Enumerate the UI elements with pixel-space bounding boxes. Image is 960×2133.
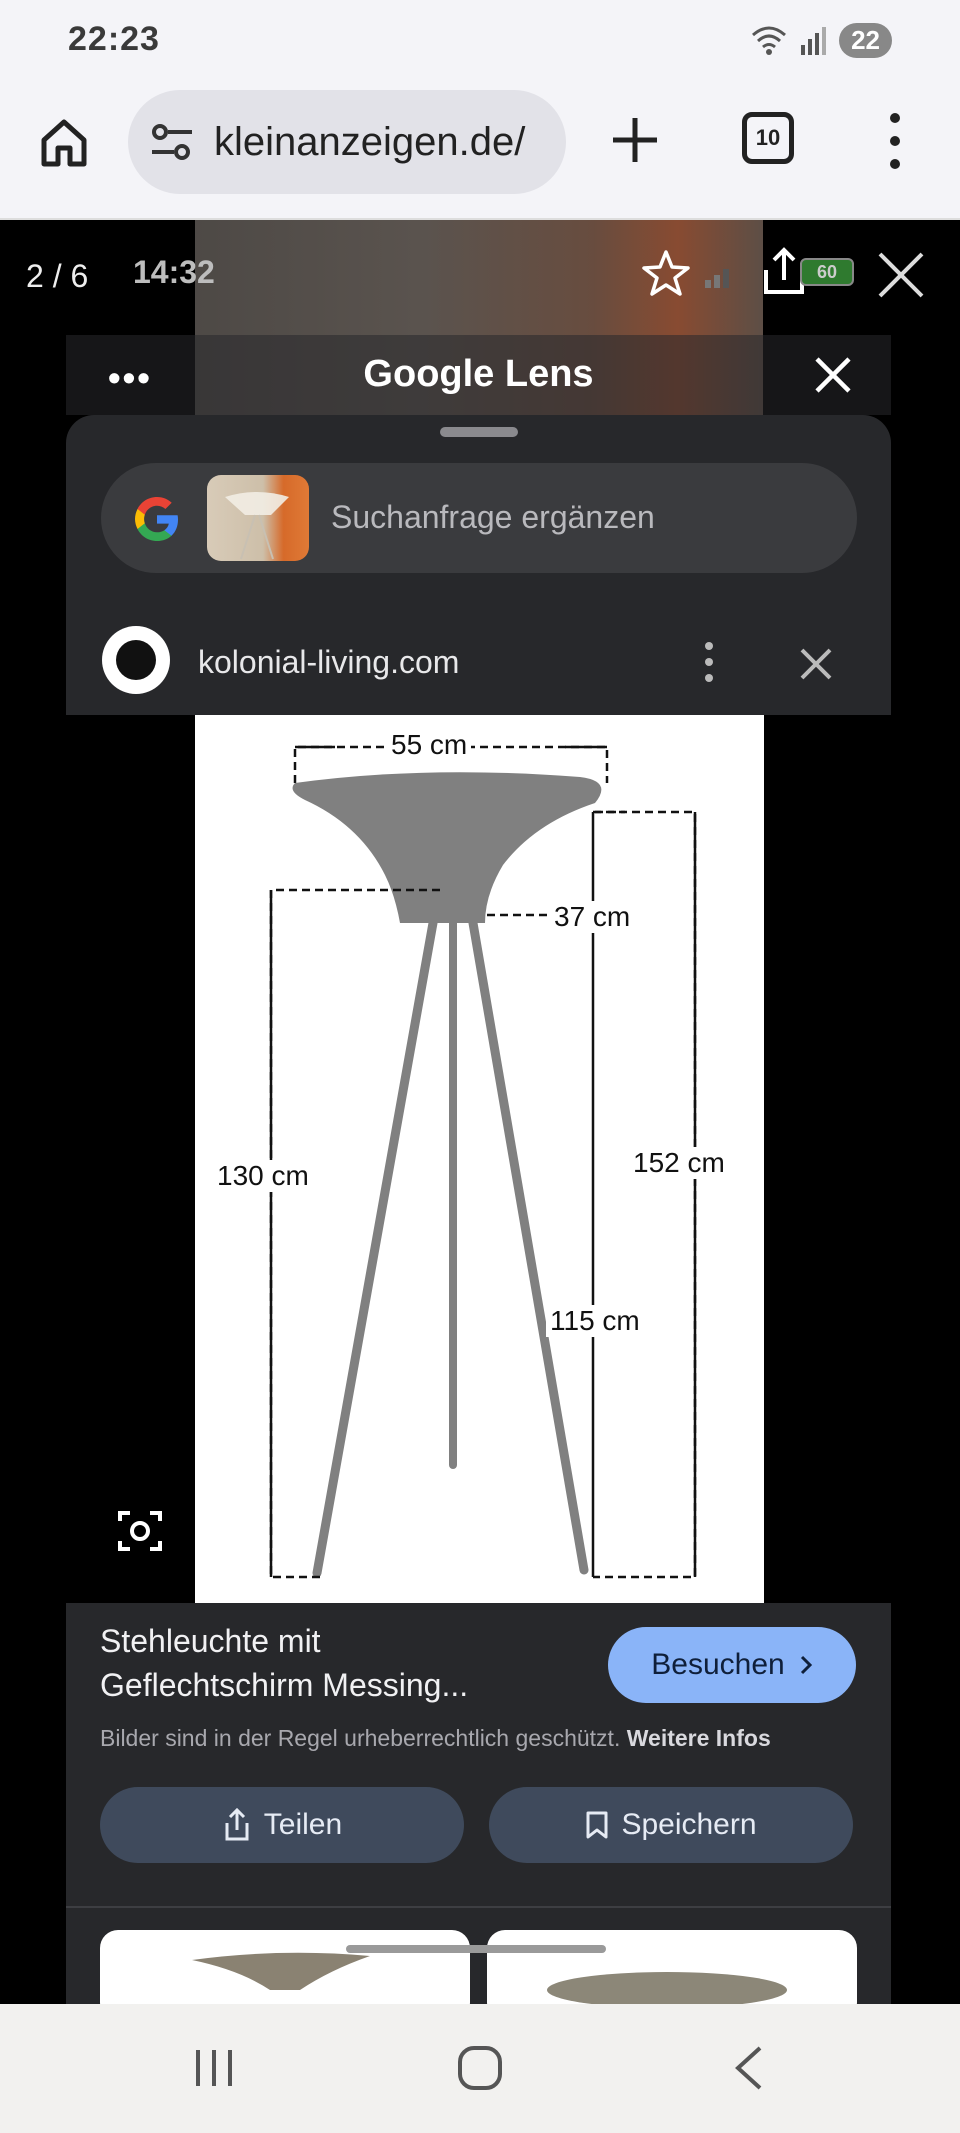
source-more-icon[interactable] xyxy=(694,640,724,684)
wifi-icon xyxy=(752,26,787,55)
visit-label: Besuchen xyxy=(651,1648,785,1681)
back-icon[interactable] xyxy=(722,2040,778,2096)
save-button[interactable]: Speichern xyxy=(489,1787,853,1863)
status-icons: 22 xyxy=(749,20,892,60)
left-height-label: 130 cm xyxy=(213,1160,313,1192)
save-label: Speichern xyxy=(621,1808,757,1841)
share-button[interactable]: Teilen xyxy=(100,1787,464,1863)
status-bar: 22:23 22 xyxy=(0,0,960,82)
chevron-right-icon xyxy=(800,1655,812,1675)
leg-height-label: 115 cm xyxy=(546,1305,644,1337)
divider xyxy=(66,1906,891,1908)
source-close-icon[interactable] xyxy=(796,644,836,684)
google-g-icon xyxy=(135,497,178,541)
result-title-line2: Geflechtschirm Messing... xyxy=(100,1667,469,1703)
close-icon[interactable] xyxy=(876,250,926,300)
share-label: Teilen xyxy=(263,1808,343,1841)
lens-result-sheet: Suchanfrage ergänzen kolonial-living.com xyxy=(66,415,891,2004)
browser-toolbar: kleinanzeigen.de/ 10 xyxy=(0,82,960,220)
related-result-tile[interactable] xyxy=(100,1930,470,2004)
lens-close-icon[interactable] xyxy=(811,353,855,397)
tabs-button[interactable]: 10 xyxy=(742,112,794,164)
result-card: Stehleuchte mit Geflechtschirm Messing..… xyxy=(66,1603,891,2004)
embedded-battery: 60 xyxy=(800,258,854,286)
copyright-notice: Bilder sind in der Regel urheberrechtlic… xyxy=(100,1725,771,1752)
related-result-tile[interactable] xyxy=(487,1930,857,2004)
width-label: 55 cm xyxy=(387,729,472,761)
lens-title: Google Lens xyxy=(363,353,594,395)
query-thumbnail[interactable] xyxy=(207,475,309,561)
viewer-toolbar: 2 / 6 14:32 60 xyxy=(0,220,960,330)
shade-height-label: 37 cm xyxy=(550,901,635,933)
bookmark-icon xyxy=(586,1811,608,1839)
signal-icon xyxy=(801,27,827,55)
share-icon xyxy=(225,1808,249,1841)
more-info-link[interactable]: Weitere Infos xyxy=(627,1725,771,1751)
address-bar[interactable]: kleinanzeigen.de/ xyxy=(128,90,566,194)
home-icon[interactable] xyxy=(36,114,92,170)
notification-badge: 22 xyxy=(839,22,892,58)
drag-handle[interactable] xyxy=(440,427,518,437)
source-row: kolonial-living.com xyxy=(66,598,891,708)
embedded-time: 14:32 xyxy=(133,254,215,290)
lens-camera-icon[interactable] xyxy=(114,1505,166,1557)
lens-search-bar[interactable]: Suchanfrage ergänzen xyxy=(101,463,857,573)
search-placeholder: Suchanfrage ergänzen xyxy=(331,499,655,535)
lamp-dimension-diagram: 55 cm 37 cm 130 cm 152 cm 115 cm xyxy=(195,715,764,1603)
total-height-label: 152 cm xyxy=(629,1147,729,1179)
image-viewer: 2 / 6 14:32 60 ••• Google Lens Suchanfra… xyxy=(0,220,960,2004)
source-name[interactable]: kolonial-living.com xyxy=(198,644,459,681)
copyright-text: Bilder sind in der Regel urheberrechtlic… xyxy=(100,1725,621,1751)
image-counter: 2 / 6 xyxy=(26,258,89,294)
star-icon[interactable] xyxy=(640,248,692,300)
recent-apps-icon[interactable] xyxy=(186,2040,242,2096)
status-time: 22:23 xyxy=(68,20,160,58)
url-text: kleinanzeigen.de/ xyxy=(214,119,526,164)
new-tab-icon[interactable] xyxy=(605,110,665,170)
source-logo xyxy=(102,626,170,694)
result-title[interactable]: Stehleuchte mit Geflechtschirm Messing..… xyxy=(100,1619,520,1707)
lens-header: ••• Google Lens xyxy=(66,335,891,415)
system-nav-bar xyxy=(0,2004,960,2133)
scroll-indicator xyxy=(346,1945,606,1953)
sheet-header: Suchanfrage ergänzen kolonial-living.com xyxy=(66,415,891,715)
result-title-line1: Stehleuchte mit xyxy=(100,1623,321,1659)
site-settings-icon[interactable] xyxy=(148,118,196,166)
visit-button[interactable]: Besuchen xyxy=(608,1627,856,1703)
menu-icon[interactable] xyxy=(880,110,910,172)
home-nav-icon[interactable] xyxy=(452,2040,508,2096)
